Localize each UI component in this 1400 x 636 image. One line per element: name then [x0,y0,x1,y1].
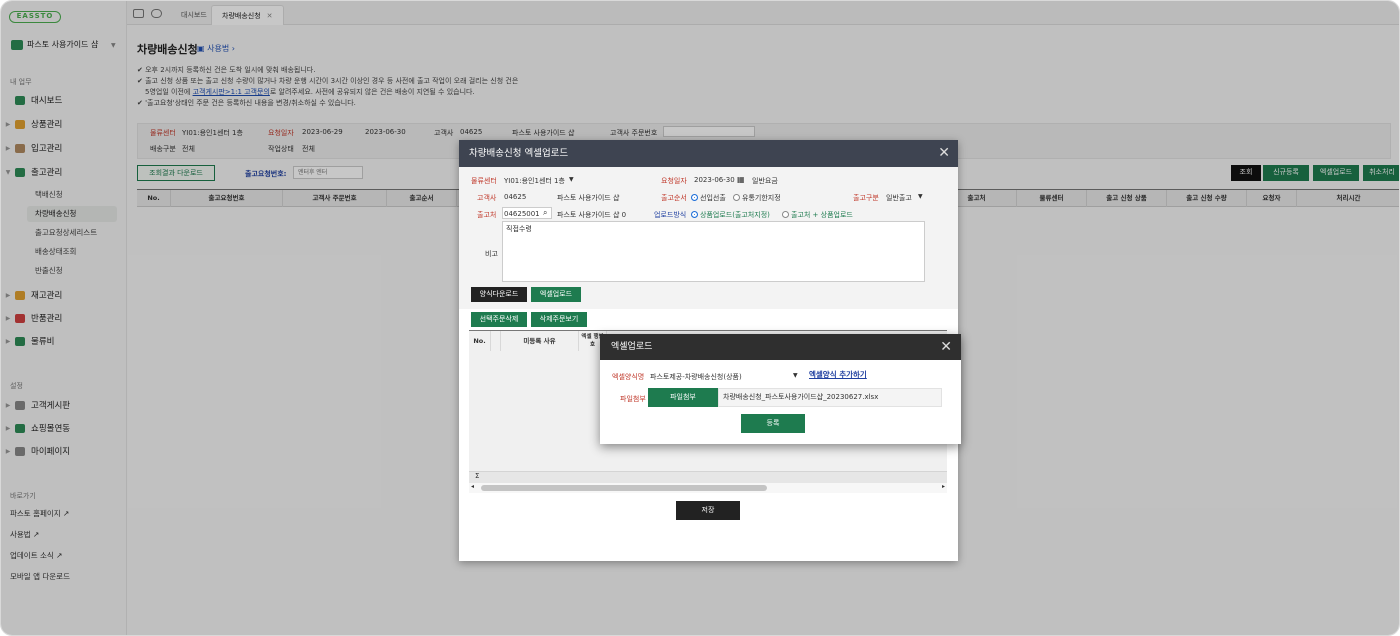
center-label: 물류센터 [471,177,497,185]
horizontal-scrollbar[interactable]: ◂ ▸ [469,483,947,493]
radio-product-upload[interactable]: 상품업로드(출고처지정) [691,210,770,220]
chevron-down-icon: ▼ [918,193,923,200]
scrollbar-thumb[interactable] [481,485,767,491]
app-window: EASSTO 파스토 사용가이드 샵 ▼ 내 업무 대시보드 ▶ 상품관리 ▶ … [0,0,1400,636]
dest-name: 파스토 사용가이드 샵 0 [557,211,627,219]
radio-selected-icon [691,194,698,201]
file-name: 차량배송신청_파스토사용가이드샵_20230627.xlsx [723,393,879,401]
calendar-icon[interactable]: ▦ [737,175,745,184]
excel-upload-button[interactable]: 엑셀업로드 [531,287,581,302]
date-label: 요청일자 [661,177,687,185]
file-attach-label: 파일첨부 [620,395,646,403]
search-icon[interactable]: ⌕ [543,208,547,218]
register-button[interactable]: 등록 [741,414,805,433]
modal-header: 차량배송신청 엑셀업로드 ✕ [459,140,958,167]
radio-icon [782,211,789,218]
excel-upload-modal: 엑셀업로드 ✕ 엑셀양식명 파스토제공-차량배송신청(상품) ▼ 엑셀양식 추가… [600,334,961,444]
memo-textarea[interactable]: 직접수령 [502,221,925,282]
modal-title: 차량배송신청 엑셀업로드 [469,148,569,159]
out-type-select[interactable]: 일반출고 [886,193,912,203]
memo-label: 비고 [485,250,498,258]
form-name-select[interactable]: 파스토제공-차량배송신청(상품) [650,372,742,382]
grid-col[interactable]: 미등록 사유 [501,331,579,351]
dest-code: 04625001 [504,210,540,218]
radio-icon [733,194,740,201]
radio-fifo[interactable]: 선입선출 [691,193,726,203]
date-input[interactable]: 2023-06-30 [694,176,735,184]
close-icon[interactable]: ✕ [938,140,950,167]
form-name-label: 엑셀양식명 [612,373,645,381]
close-icon[interactable]: ✕ [940,334,952,360]
client-name: 파스토 사용가이드 샵 [557,194,620,202]
radio-selected-icon [691,211,698,218]
chevron-right-icon[interactable]: ▸ [942,483,945,490]
radio-label: 선입선출 [700,194,726,202]
add-excel-form-link[interactable]: 엑셀양식 추가하기 [809,369,867,380]
radio-label: 출고처 + 상품업로드 [791,211,853,219]
out-type-label: 출고구분 [853,194,879,202]
memo-text: 직접수령 [506,225,532,233]
center-select[interactable]: YI01:용인1센터 1층 [504,176,565,186]
save-button[interactable]: 저장 [676,501,740,520]
client-label: 고객사 [477,194,497,202]
date-type: 일반요금 [752,177,778,185]
modal-title: 엑셀업로드 [611,342,653,352]
modal-form: 물류센터 YI01:용인1센터 1층 ▼ 요청일자 2023-06-30 ▦ 일… [459,167,958,309]
client-code: 04625 [504,193,527,201]
chevron-down-icon: ▼ [569,176,574,183]
radio-label: 유통기한지정 [742,194,781,202]
grid-summary-row: Σ [469,471,947,483]
chevron-left-icon[interactable]: ◂ [471,483,474,490]
grid-col-check[interactable] [491,331,501,351]
file-attach-button[interactable]: 파일첨부 [648,388,718,407]
radio-dest-product-upload[interactable]: 출고처 + 상품업로드 [782,210,853,220]
chevron-down-icon: ▼ [793,372,798,379]
file-name-field: 차량배송신청_파스토사용가이드샵_20230627.xlsx [718,388,942,407]
view-deleted-orders-button[interactable]: 삭제주문보기 [531,312,587,327]
order-label: 출고순서 [661,194,687,202]
delete-selected-orders-button[interactable]: 선택주문삭제 [471,312,527,327]
method-label: 업로드방식 [654,211,687,219]
sum-icon: Σ [475,472,480,480]
radio-expiry[interactable]: 유통기한지정 [733,193,781,203]
modal-header: 엑셀업로드 ✕ [600,334,961,360]
dest-label: 출고처 [477,211,497,219]
grid-col[interactable]: No. [469,331,491,351]
template-download-button[interactable]: 양식다운로드 [471,287,527,302]
radio-label: 상품업로드(출고처지정) [700,211,770,219]
